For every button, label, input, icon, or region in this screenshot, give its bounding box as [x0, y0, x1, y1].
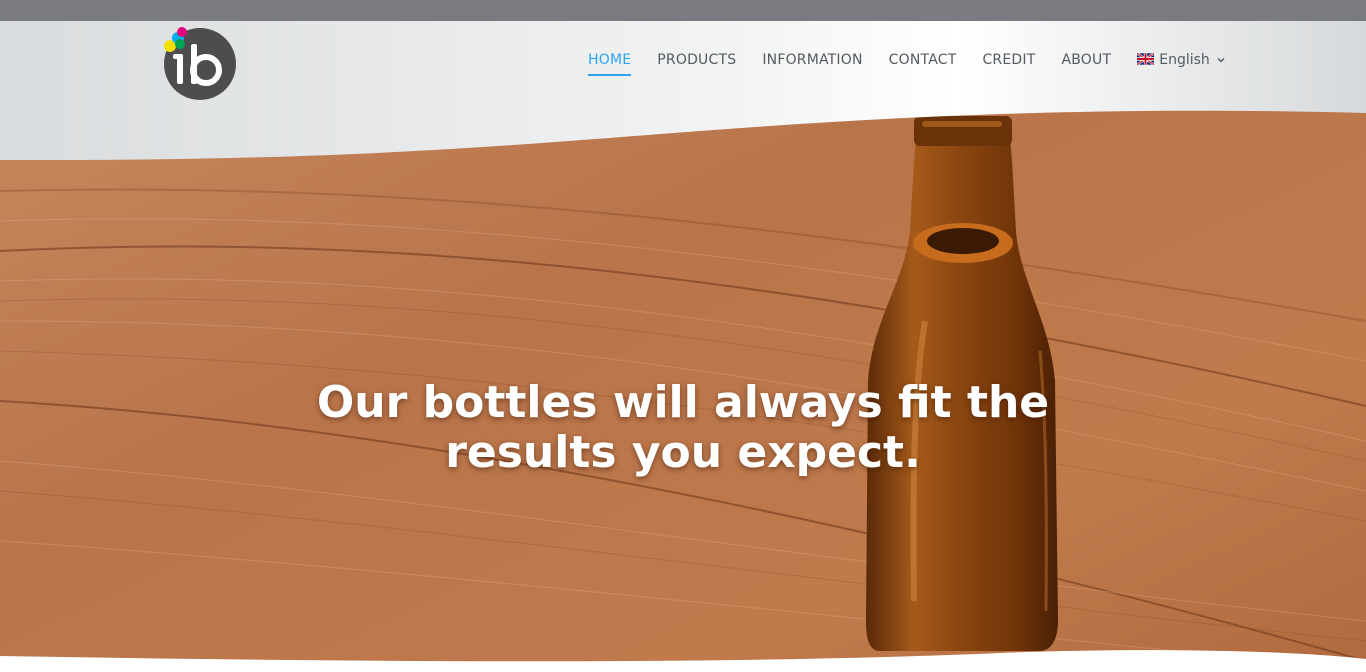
main-navigation: HOME PRODUCTS INFORMATION CONTACT CREDIT…: [588, 52, 1226, 82]
nav-item-information[interactable]: INFORMATION: [762, 52, 862, 74]
nav-item-products[interactable]: PRODUCTS: [657, 52, 736, 74]
nav-item-home[interactable]: HOME: [588, 52, 632, 76]
ib-logo-icon: [164, 27, 236, 100]
language-selector[interactable]: English: [1137, 52, 1226, 68]
hero-section: [0, 21, 1366, 672]
language-label: English: [1159, 52, 1210, 68]
chevron-down-icon: [1217, 57, 1225, 63]
top-bar: [0, 0, 1366, 21]
nav-item-contact[interactable]: CONTACT: [889, 52, 957, 74]
site-logo[interactable]: [160, 24, 236, 100]
hero-headline: Our bottles will always fit the results …: [316, 377, 1050, 479]
uk-flag-icon: [1137, 53, 1155, 65]
nav-item-about[interactable]: ABOUT: [1061, 52, 1111, 74]
nav-item-credit[interactable]: CREDIT: [982, 52, 1035, 74]
hero-background-image: [0, 21, 1366, 672]
